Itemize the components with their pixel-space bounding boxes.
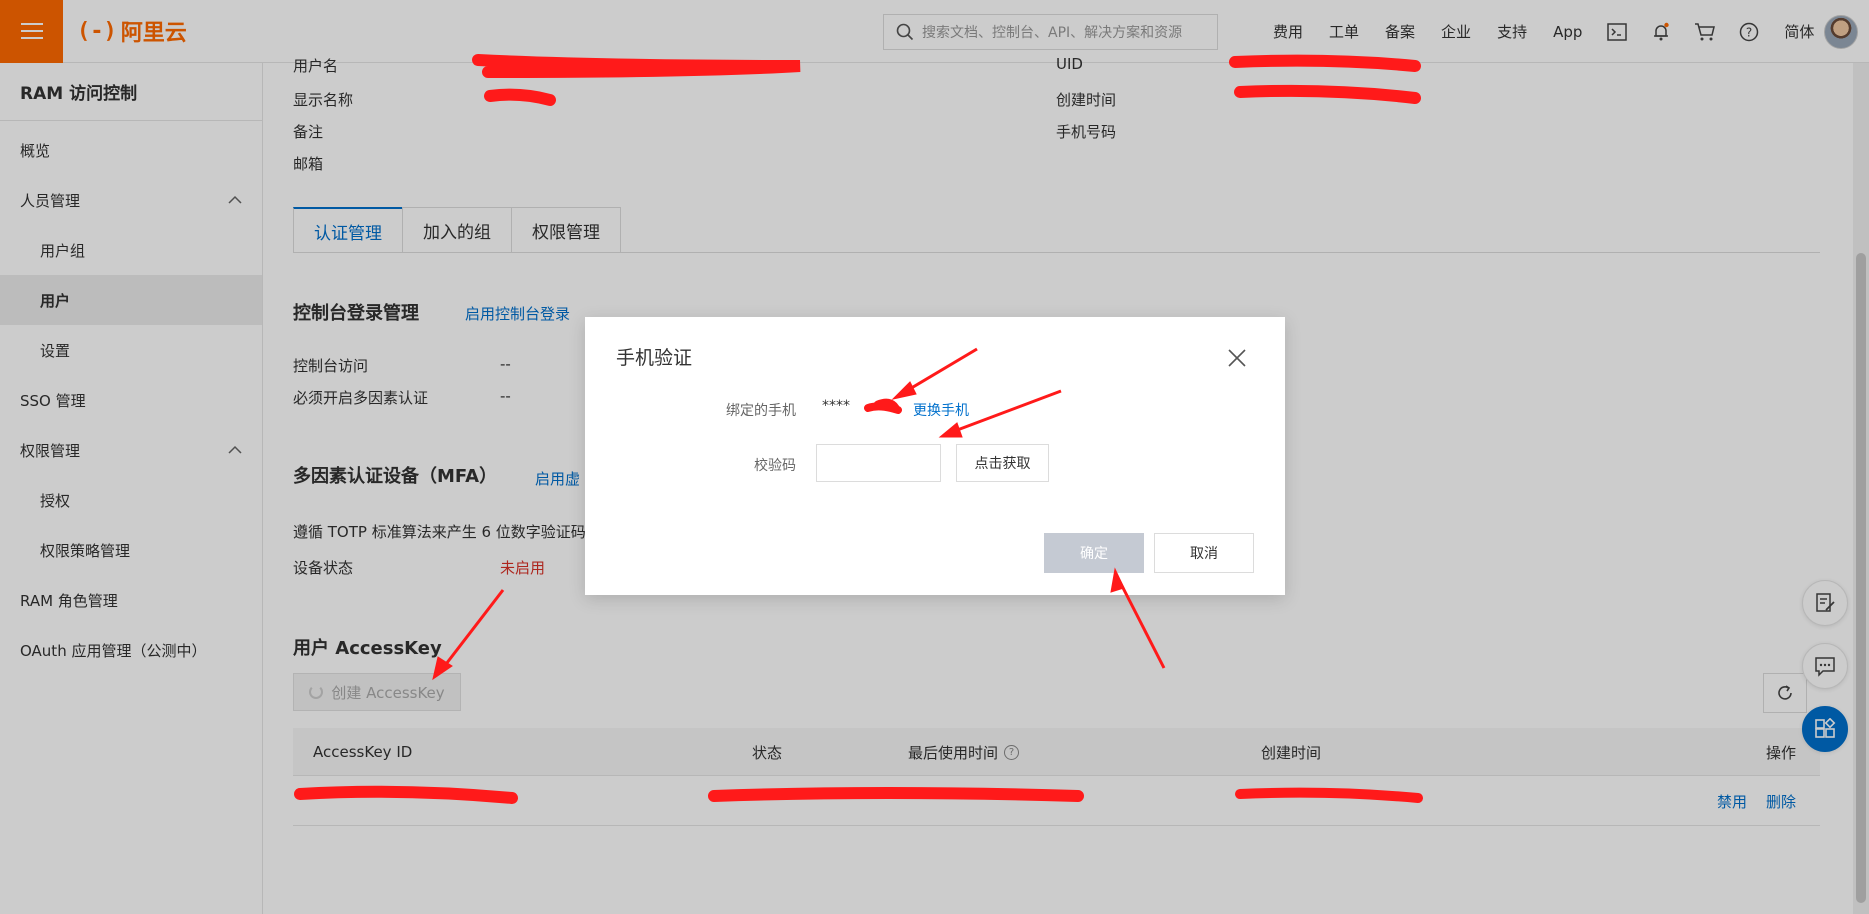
close-icon[interactable] <box>1226 347 1248 369</box>
verification-code-input[interactable] <box>816 444 941 482</box>
code-label: 校验码 <box>754 458 796 474</box>
cancel-label: 取消 <box>1190 546 1218 562</box>
bound-phone-label: 绑定的手机 <box>726 403 796 419</box>
change-phone-link[interactable]: 更换手机 <box>913 400 969 420</box>
confirm-label: 确定 <box>1080 546 1108 562</box>
get-code-button[interactable]: 点击获取 <box>956 444 1049 482</box>
get-code-label: 点击获取 <box>974 456 1031 472</box>
cancel-button[interactable]: 取消 <box>1154 533 1254 573</box>
phone-verification-dialog: 手机验证 绑定的手机 **** 更换手机 校验码 点击获取 确定 取消 <box>585 317 1285 595</box>
confirm-button[interactable]: 确定 <box>1044 533 1144 573</box>
dialog-title: 手机验证 <box>616 347 693 369</box>
bound-phone-value: **** <box>822 398 850 414</box>
